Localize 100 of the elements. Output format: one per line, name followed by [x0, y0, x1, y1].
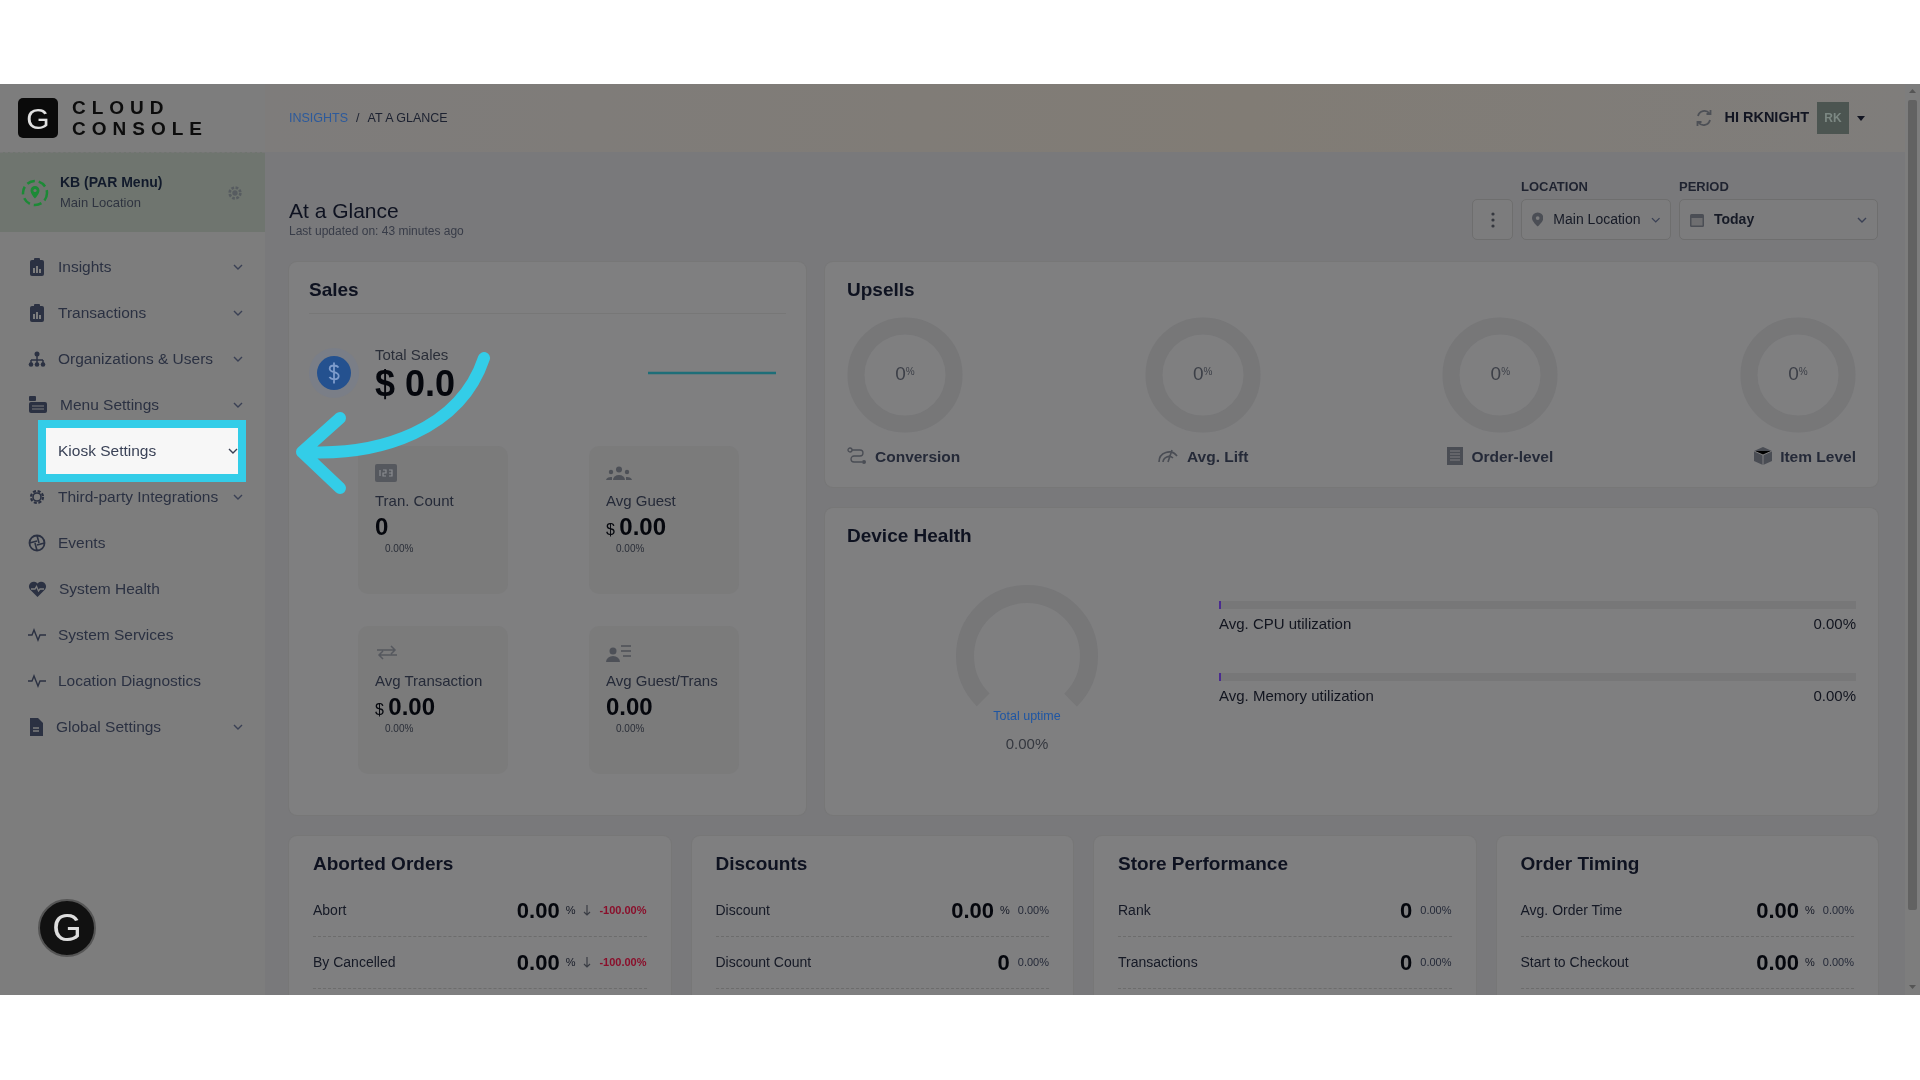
aperture-icon — [28, 534, 46, 552]
stat-change: -100.00% — [599, 902, 647, 918]
upsell-label: Avg. Lift — [1186, 446, 1249, 467]
stat-label: Rank — [1118, 900, 1151, 920]
gauge-label: Total uptime — [993, 707, 1061, 725]
total-sales-label: Total Sales — [375, 344, 450, 365]
sidebar-item[interactable]: System Services — [0, 620, 265, 650]
metric-change: 0.00% — [615, 542, 646, 557]
upsell-label: Order-level — [1471, 446, 1554, 467]
gauge-value: 0.00% — [1005, 734, 1049, 755]
field-label: PERIOD — [1679, 177, 1730, 196]
location-select[interactable]: Main Location — [1521, 199, 1671, 240]
stat-change: 0.00% — [1017, 954, 1049, 970]
card-title: Sales — [309, 276, 786, 314]
hierarchy-icon — [28, 351, 46, 367]
field-label: LOCATION — [1521, 177, 1589, 196]
metric-change: 0.00% — [384, 722, 415, 737]
settings-icon[interactable] — [227, 184, 243, 201]
meter-label: Avg. Memory utilization — [1219, 686, 1374, 706]
metric-value: 0.00 — [606, 692, 654, 722]
sidebar-item[interactable]: Global Settings — [0, 712, 265, 742]
stat-change: 0.00% — [1420, 954, 1452, 970]
metric-value: $ 0.00 — [606, 512, 668, 542]
stat-label: Avg. Order Time — [1520, 900, 1623, 920]
calendar-icon — [1690, 212, 1704, 227]
sidebar-item[interactable]: Transactions — [0, 298, 265, 328]
period-select[interactable]: Today — [1679, 199, 1878, 240]
sidebar-item[interactable]: Kiosk Settings — [38, 420, 246, 482]
signal-icon — [1156, 448, 1179, 465]
donut-value: 0$^{%}$ — [1788, 362, 1808, 387]
chevron-icon — [1650, 216, 1660, 223]
breadcrumb-separator: / — [356, 109, 360, 127]
location-name: KB (PAR Menu) — [60, 173, 164, 193]
upsell-label: Conversion — [875, 446, 961, 467]
stat-label: Transactions — [1118, 952, 1198, 972]
stat-unit: % — [565, 902, 576, 918]
sidebar-item[interactable]: System Health — [0, 574, 265, 604]
sidebar-item[interactable]: Events — [0, 528, 265, 558]
stat-value: 0.00 — [1756, 896, 1799, 925]
breadcrumb-link[interactable]: INSIGHTS — [289, 108, 349, 128]
stat-value: 0 — [1400, 948, 1413, 977]
stat-change: 0.00% — [1822, 902, 1854, 918]
metric-label: Avg Guest — [606, 491, 677, 511]
card-title: Order Timing — [1520, 852, 1641, 876]
stat-unit: % — [1000, 902, 1010, 918]
scrollbar[interactable] — [1905, 84, 1920, 995]
sidebar-item[interactable]: Third-party Integrations — [0, 482, 265, 512]
route-icon — [847, 447, 867, 466]
page-title: At a Glance — [289, 198, 400, 222]
gear-icon — [28, 488, 46, 506]
sidebar-item[interactable]: Location Diagnostics — [0, 666, 265, 696]
card-icon — [28, 396, 48, 414]
stat-unit: % — [1805, 902, 1815, 918]
pulse-icon — [28, 628, 46, 642]
metric-label: Tran. Count — [375, 491, 455, 511]
chevron-icon — [1857, 216, 1867, 223]
card-title: Aborted Orders — [313, 852, 455, 876]
user-list-icon — [606, 643, 632, 662]
stat-value: 0.00 — [1756, 948, 1799, 977]
stat-value: 0.00 — [516, 896, 560, 925]
location-subtitle: Main Location — [60, 194, 142, 213]
stat-change: 0.00% — [1420, 902, 1452, 918]
stat-unit: % — [565, 954, 576, 970]
calculator-icon — [375, 463, 397, 482]
donut-value: 0$^{%}$ — [895, 362, 915, 387]
group-icon — [606, 465, 632, 480]
stat-value: 0.00 — [951, 896, 994, 925]
stat-label: Start to Checkout — [1520, 952, 1629, 972]
sidebar-item[interactable]: Insights — [0, 252, 265, 282]
location-pin-icon — [20, 177, 50, 208]
receipt-icon — [1447, 447, 1464, 466]
box-icon — [1754, 447, 1773, 466]
heart-pulse-icon — [28, 580, 47, 598]
stat-label: Discount — [715, 900, 770, 920]
logo-icon: G — [18, 98, 58, 138]
metric-change: 0.00% — [384, 542, 415, 557]
card-title: Discounts — [715, 852, 809, 876]
metric-value: $ 0.00 — [375, 692, 437, 722]
sidebar-item[interactable]: Organizations & Users — [0, 344, 265, 374]
more-icon — [1490, 211, 1495, 228]
last-updated: Last updated on: 43 minutes ago — [289, 223, 464, 240]
card-title: Store Performance — [1118, 852, 1289, 876]
metric-change: 0.00% — [615, 722, 646, 737]
pulse-icon — [28, 674, 46, 688]
metric-label: Avg Guest/Trans — [606, 671, 719, 691]
sidebar-item[interactable]: Menu Settings — [0, 390, 265, 420]
caret-icon — [1857, 115, 1865, 121]
stat-label: By Cancelled — [313, 952, 396, 972]
more-button[interactable] — [1472, 199, 1513, 240]
logo-badge[interactable]: G — [38, 899, 96, 957]
donut-value: 0$^{%}$ — [1490, 362, 1511, 387]
metric-label: Avg Transaction — [375, 671, 484, 691]
stat-value: 0 — [1400, 896, 1413, 925]
card-title: Upsells — [847, 278, 916, 302]
clipboard-icon — [28, 304, 46, 322]
down-arrow-icon — [583, 904, 592, 916]
stat-unit: % — [1805, 954, 1815, 970]
stat-value: 0 — [997, 948, 1010, 977]
meter-label: Avg. CPU utilization — [1219, 613, 1352, 634]
stat-label: Discount Count — [715, 952, 812, 972]
